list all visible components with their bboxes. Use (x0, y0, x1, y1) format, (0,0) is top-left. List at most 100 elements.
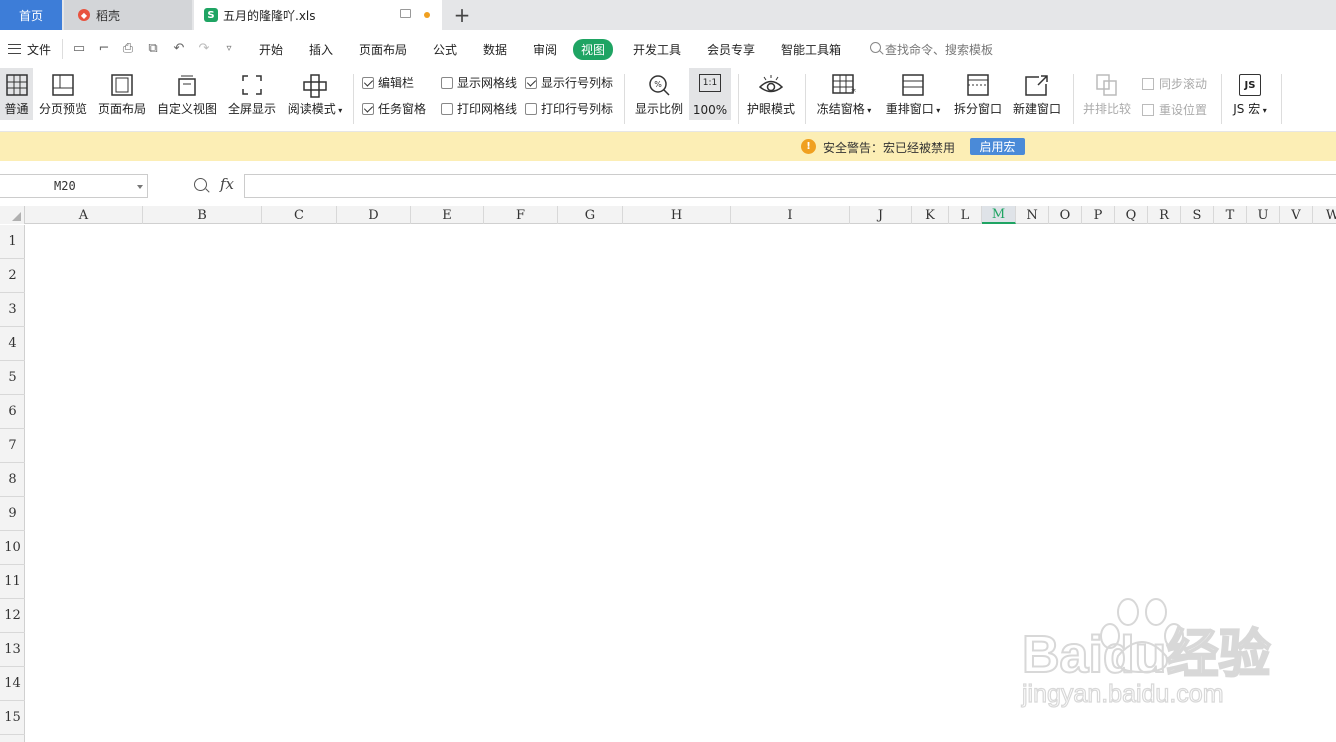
select-all-corner[interactable] (0, 206, 25, 224)
undo-icon[interactable]: ↶ (172, 42, 186, 56)
column-header-a[interactable]: A (25, 206, 143, 224)
column-header-b[interactable]: B (143, 206, 262, 224)
hamburger-icon[interactable] (8, 44, 21, 54)
enable-macro-button[interactable]: 启用宏 (970, 138, 1025, 155)
column-header-v[interactable]: V (1280, 206, 1313, 224)
zoom-ratio-icon: % (649, 75, 670, 96)
menu-page-layout[interactable]: 页面布局 (359, 41, 407, 58)
column-header-k[interactable]: K (912, 206, 949, 224)
row-header-7[interactable]: 7 (0, 429, 25, 463)
save-icon[interactable]: ▭ (72, 42, 86, 56)
row-header-8[interactable]: 8 (0, 463, 25, 497)
column-header-m[interactable]: M (982, 206, 1016, 224)
show-gridlines-checkbox[interactable]: 显示网格线 (441, 74, 517, 91)
row-header-6[interactable]: 6 (0, 395, 25, 429)
row-header-13[interactable]: 13 (0, 633, 25, 667)
name-box[interactable]: M20 (0, 174, 148, 198)
reading-mode-button[interactable]: 阅读模式 ▾ (285, 68, 345, 120)
column-header-o[interactable]: O (1049, 206, 1082, 224)
new-tab-button[interactable]: + (448, 0, 476, 30)
column-header-h[interactable]: H (623, 206, 731, 224)
column-header-d[interactable]: D (337, 206, 411, 224)
column-header-f[interactable]: F (484, 206, 558, 224)
menu-smart-toolbox[interactable]: 智能工具箱 (781, 41, 841, 58)
normal-view-button[interactable]: 普通 (0, 68, 33, 120)
print-headers-checkbox[interactable]: 打印行号列标 (525, 100, 613, 117)
row-header-5[interactable]: 5 (0, 361, 25, 395)
task-pane-checkbox[interactable]: 任务窗格 (362, 100, 426, 117)
column-header-u[interactable]: U (1247, 206, 1280, 224)
row-header-9[interactable]: 9 (0, 497, 25, 531)
row-header-3[interactable]: 3 (0, 293, 25, 327)
redo-icon[interactable]: ↷ (197, 42, 211, 56)
side-by-side-button[interactable]: 并排比较 (1080, 68, 1134, 120)
formula-bar-checkbox[interactable]: 编辑栏 (362, 74, 414, 91)
menu-review[interactable]: 审阅 (533, 41, 557, 58)
column-header-j[interactable]: J (850, 206, 912, 224)
tab-daoke[interactable]: ◆ 稻壳 (64, 0, 192, 30)
sync-scroll-button[interactable]: 同步滚动 (1142, 75, 1207, 92)
command-search-input[interactable]: 查找命令、搜索模板 (885, 41, 993, 58)
daoke-logo-icon: ◆ (78, 9, 90, 21)
zoom-ratio-button[interactable]: % 显示比例 (632, 68, 686, 120)
menu-developer[interactable]: 开发工具 (633, 41, 681, 58)
menu-view[interactable]: 视图 (573, 39, 614, 60)
format-painter-icon[interactable]: ⌐ (97, 42, 111, 56)
column-header-i[interactable]: I (731, 206, 850, 224)
full-screen-button[interactable]: 全屏显示 (226, 68, 278, 120)
insert-function-icon[interactable]: fx (220, 175, 234, 193)
column-header-g[interactable]: G (558, 206, 623, 224)
print-gridlines-checkbox[interactable]: 打印网格线 (441, 100, 517, 117)
page-layout-view-button[interactable]: 页面布局 (95, 68, 149, 120)
plus-icon: + (453, 3, 471, 27)
column-header-c[interactable]: C (262, 206, 337, 224)
column-header-p[interactable]: P (1082, 206, 1115, 224)
new-window-button[interactable]: 新建窗口 (1010, 68, 1064, 120)
row-header-15[interactable]: 15 (0, 701, 25, 735)
column-header-l[interactable]: L (949, 206, 982, 224)
row-header-2[interactable]: 2 (0, 259, 25, 293)
split-window-button[interactable]: 拆分窗口 (951, 68, 1005, 120)
menu-member[interactable]: 会员专享 (707, 41, 755, 58)
print-preview-icon[interactable]: ⧉ (146, 42, 160, 56)
column-header-s[interactable]: S (1181, 206, 1214, 224)
row-header-10[interactable]: 10 (0, 531, 25, 565)
menu-formula[interactable]: 公式 (433, 41, 457, 58)
divider (738, 74, 739, 124)
chevron-down-icon[interactable] (137, 185, 143, 189)
menu-data[interactable]: 数据 (483, 41, 507, 58)
column-header-t[interactable]: T (1214, 206, 1247, 224)
eye-protection-button[interactable]: 护眼模式 (745, 68, 797, 120)
watermark-url: jingyan.baidu.com (1021, 680, 1224, 708)
row-header-11[interactable]: 11 (0, 565, 25, 599)
column-header-n[interactable]: N (1016, 206, 1049, 224)
arrange-windows-button[interactable]: 重排窗口 ▾ (882, 68, 944, 120)
customize-dropdown-icon[interactable]: ▿ (222, 42, 236, 56)
column-header-w[interactable]: W (1313, 206, 1336, 224)
freeze-panes-button[interactable]: * 冻结窗格 ▾ (814, 68, 874, 120)
tab-home[interactable]: 首页 (0, 0, 62, 30)
tab-spreadsheet-file[interactable]: S 五月的隆隆吖.xls (194, 0, 442, 30)
side-by-side-icon (1096, 74, 1117, 96)
zoom-100-button[interactable]: 1:1 100% (689, 68, 731, 120)
reset-position-button[interactable]: 重设位置 (1142, 101, 1207, 118)
column-header-r[interactable]: R (1148, 206, 1181, 224)
show-headers-checkbox[interactable]: 显示行号列标 (525, 74, 613, 91)
menu-start[interactable]: 开始 (259, 41, 283, 58)
monitor-icon[interactable] (400, 9, 411, 18)
row-header-1[interactable]: 1 (0, 225, 25, 259)
name-box-value: M20 (54, 179, 76, 193)
row-header-12[interactable]: 12 (0, 599, 25, 633)
row-header-14[interactable]: 14 (0, 667, 25, 701)
page-break-preview-button[interactable]: 分页预览 (37, 68, 89, 120)
row-header-4[interactable]: 4 (0, 327, 25, 361)
file-menu[interactable]: 文件 (27, 41, 51, 58)
custom-view-button[interactable]: 自定义视图 (155, 68, 219, 120)
formula-input[interactable] (244, 174, 1336, 198)
print-icon[interactable]: ⎙ (121, 42, 135, 56)
menu-insert[interactable]: 插入 (309, 41, 333, 58)
column-header-e[interactable]: E (411, 206, 484, 224)
js-macro-button[interactable]: JS JS 宏 ▾ (1228, 68, 1272, 120)
column-header-q[interactable]: Q (1115, 206, 1148, 224)
zoom-icon[interactable] (194, 178, 207, 191)
